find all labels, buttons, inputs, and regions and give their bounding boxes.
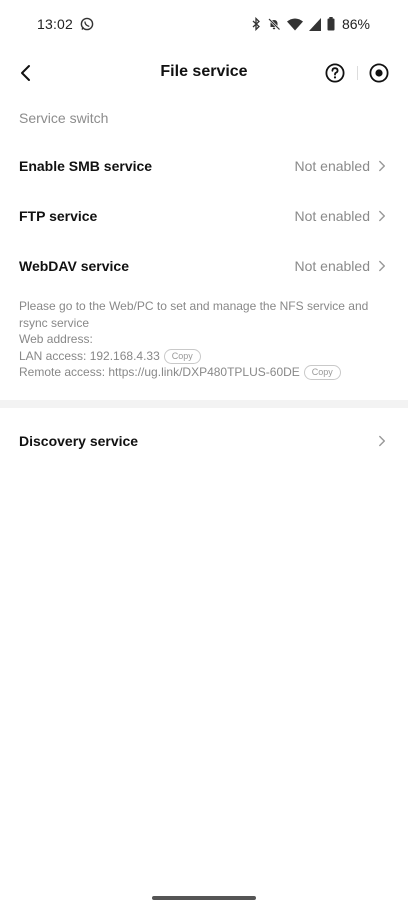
ftp-service-row[interactable]: FTP service Not enabled [0,191,408,241]
status-icons: 86% [251,16,370,32]
row-label: Discovery service [19,433,139,449]
nfs-rsync-note: Please go to the Web/PC to set and manag… [19,299,369,330]
help-circle-icon[interactable] [323,61,347,85]
remote-access-line: Remote access: https://ug.link/DXP480TPL… [19,364,389,381]
chevron-right-icon [379,435,385,447]
bluetooth-icon [252,17,260,31]
webdav-service-row[interactable]: WebDAV service Not enabled [0,241,408,291]
header-divider [357,66,358,80]
section-title: Service switch [19,110,109,126]
row-status: Not enabled [294,208,370,224]
web-address-label: Web address: [19,332,93,346]
mute-icon [268,18,281,31]
signal-icon [308,17,321,31]
chevron-right-icon [379,160,385,172]
lan-access-text: LAN access: 192.168.4.33 [19,348,160,363]
chevron-right-icon [379,210,385,222]
copy-lan-button[interactable]: Copy [163,348,201,364]
status-bar: 13:02 86% [0,0,408,50]
service-info: Please go to the Web/PC to set and manag… [19,298,389,381]
chevron-right-icon [379,260,385,272]
copy-remote-button[interactable]: Copy [303,365,341,380]
smb-service-row[interactable]: Enable SMB service Not enabled [0,141,408,191]
discovery-service-row[interactable]: Discovery service [0,416,408,466]
row-label: FTP service [19,208,98,224]
lan-access-line: LAN access: 192.168.4.33 Copy [19,348,389,365]
row-label: Enable SMB service [19,158,153,174]
home-indicator[interactable] [152,896,256,900]
row-status: Not enabled [294,258,370,274]
row-label: WebDAV service [19,258,129,274]
app-header: File service [0,50,408,96]
wifi-icon [286,18,303,30]
battery-icon [327,17,335,31]
remote-access-text: Remote access: https://ug.link/DXP480TPL… [19,365,300,379]
section-divider [0,400,408,408]
row-status: Not enabled [294,158,370,174]
battery-percentage: 86% [341,16,370,32]
record-icon[interactable] [367,61,391,85]
whatsapp-icon [80,17,94,31]
status-time: 13:02 [37,16,74,32]
